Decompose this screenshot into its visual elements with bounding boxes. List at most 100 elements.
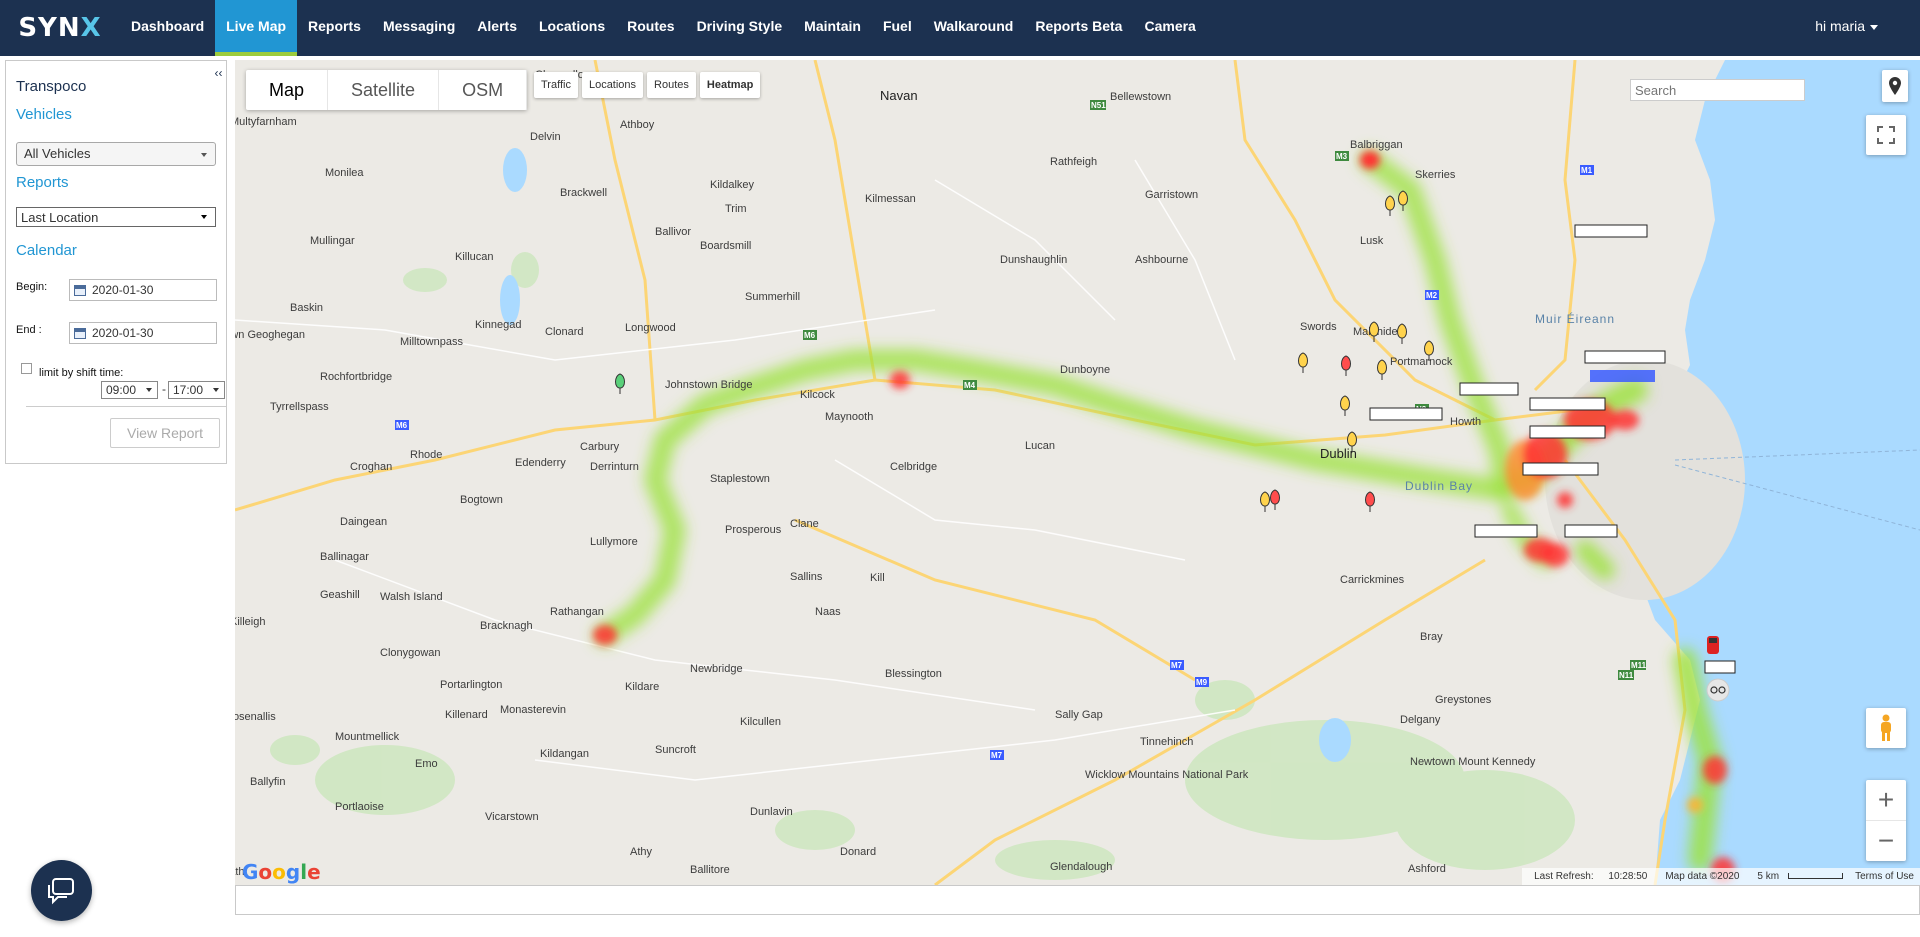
- shift-end-select[interactable]: 17:00: [168, 381, 225, 399]
- shift-start-value: 09:00: [106, 383, 137, 397]
- nav-locations[interactable]: Locations: [528, 0, 616, 56]
- nav-live-map[interactable]: Live Map: [215, 0, 298, 56]
- synx-logo[interactable]: SYN X: [0, 0, 120, 56]
- routes-layer-button[interactable]: Routes: [647, 72, 696, 98]
- place-label: Muir Éireann: [1535, 311, 1615, 326]
- place-label: Emo: [415, 758, 438, 770]
- place-label: Ballinagar: [320, 551, 369, 563]
- fullscreen-icon: [1877, 126, 1895, 144]
- place-label: Athy: [630, 846, 653, 858]
- live-map[interactable]: M3 N51 M6 M4 N3 M11 N11 M2 M1 M9 M7 M6 M…: [235, 60, 1920, 885]
- nav-routes[interactable]: Routes: [616, 0, 685, 56]
- logo-text: SYN: [18, 13, 81, 43]
- nav-maintain[interactable]: Maintain: [793, 0, 872, 56]
- place-label: Kilcullen: [740, 716, 781, 728]
- place-label: Staplestown: [710, 473, 770, 485]
- place-label: Kildalkey: [710, 179, 755, 191]
- nav-dashboard[interactable]: Dashboard: [120, 0, 215, 56]
- terms-of-use-link[interactable]: Terms of Use: [1849, 871, 1920, 882]
- place-label: Kildare: [625, 681, 659, 693]
- nav-alerts[interactable]: Alerts: [466, 0, 528, 56]
- place-label: Kilcock: [800, 389, 835, 401]
- place-label: Sally Gap: [1055, 709, 1103, 721]
- traffic-layer-button[interactable]: Traffic: [534, 72, 578, 98]
- zoom-control: + −: [1866, 780, 1906, 861]
- location-pin-button[interactable]: [1882, 70, 1908, 102]
- reports-select[interactable]: Last Location: [16, 207, 216, 227]
- map-scale[interactable]: 5 km: [1745, 871, 1849, 882]
- heatmap-layer-button[interactable]: Heatmap: [699, 72, 761, 98]
- zoom-out-button[interactable]: −: [1866, 820, 1906, 860]
- bottom-panel: [235, 885, 1920, 915]
- shift-start-select[interactable]: 09:00: [101, 381, 158, 399]
- place-label: Ashford: [1408, 863, 1446, 875]
- calendar-label: Calendar: [16, 242, 77, 259]
- map-type-map[interactable]: Map: [246, 70, 329, 110]
- nav-camera[interactable]: Camera: [1133, 0, 1206, 56]
- place-label: Balbriggan: [1350, 139, 1403, 151]
- place-label: Howth: [1450, 416, 1481, 428]
- place-label: Clonygowan: [380, 647, 441, 659]
- vehicles-select[interactable]: All Vehicles: [16, 142, 216, 166]
- map-data-credit[interactable]: Map data ©2020: [1659, 871, 1745, 882]
- nav-items: Dashboard Live Map Reports Messaging Alerts L…: [120, 0, 1207, 56]
- street-view-button[interactable]: [1866, 708, 1906, 748]
- place-label: Delgany: [1400, 714, 1441, 726]
- map-canvas[interactable]: M3 N51 M6 M4 N3 M11 N11 M2 M1 M9 M7 M6 M…: [235, 60, 1920, 885]
- shift-time-checkbox[interactable]: [21, 363, 32, 374]
- svg-text:M6: M6: [804, 331, 816, 340]
- nav-messaging[interactable]: Messaging: [372, 0, 466, 56]
- locations-layer-button[interactable]: Locations: [581, 72, 644, 98]
- user-menu[interactable]: hi maria: [1815, 0, 1878, 52]
- fullscreen-button[interactable]: [1866, 115, 1906, 155]
- place-label: Rosenallis: [235, 711, 276, 723]
- chevron-down-icon: [146, 388, 152, 392]
- end-date-value: 2020-01-30: [92, 326, 154, 340]
- place-label: Garristown: [1145, 189, 1198, 201]
- vehicle-truck-icon[interactable]: [1707, 636, 1719, 654]
- place-label: Rathfeigh: [1050, 156, 1097, 168]
- begin-date-input[interactable]: 2020-01-30: [69, 279, 217, 301]
- map-type-osm[interactable]: OSM: [439, 70, 528, 110]
- nav-driving-style[interactable]: Driving Style: [686, 0, 794, 56]
- nav-fuel[interactable]: Fuel: [872, 0, 923, 56]
- end-date-input[interactable]: 2020-01-30: [69, 322, 217, 344]
- place-label: Suncroft: [655, 744, 696, 756]
- svg-text:M7: M7: [1171, 661, 1183, 670]
- place-label: Dublin Bay: [1405, 479, 1473, 493]
- place-label: Portlaoise: [335, 801, 384, 813]
- place-label: Maynooth: [825, 411, 873, 423]
- chevron-down-icon: [201, 215, 207, 219]
- view-report-button[interactable]: View Report: [110, 418, 220, 448]
- place-label: Tinnehinch: [1140, 736, 1193, 748]
- place-label: Swords: [1300, 321, 1337, 333]
- place-label: Dunlavin: [750, 806, 793, 818]
- street-view-glasses-icon[interactable]: [1706, 678, 1730, 702]
- place-label: Kill: [870, 572, 885, 584]
- svg-text:M11: M11: [1631, 661, 1647, 670]
- place-label: Longwood: [625, 322, 676, 334]
- place-label: Derrinturn: [590, 461, 639, 473]
- chevron-down-icon: [201, 153, 207, 157]
- place-label: Donard: [840, 846, 876, 858]
- place-label: Lusk: [1360, 235, 1384, 247]
- place-label: Milltownpass: [400, 336, 463, 348]
- nav-reports[interactable]: Reports: [297, 0, 372, 56]
- nav-walkaround[interactable]: Walkaround: [923, 0, 1025, 56]
- scale-bar: [1788, 873, 1844, 880]
- place-label: Mullingar: [310, 235, 355, 247]
- svg-text:M4: M4: [964, 381, 976, 390]
- place-label: Newtown Mount Kennedy: [1410, 756, 1536, 768]
- collapse-sidebar-button[interactable]: ‹‹: [210, 62, 227, 84]
- map-type-satellite[interactable]: Satellite: [328, 70, 440, 110]
- map-search-input[interactable]: [1630, 79, 1805, 101]
- nav-reports-beta[interactable]: Reports Beta: [1024, 0, 1133, 56]
- place-label: Blessington: [885, 668, 942, 680]
- place-label: Monasterevin: [500, 704, 566, 716]
- place-label: Croghan: [350, 461, 392, 473]
- place-label: Tyrrellspass: [270, 401, 329, 413]
- scale-label: 5 km: [1757, 871, 1780, 882]
- place-label: Monilea: [325, 167, 364, 179]
- chat-widget-button[interactable]: [31, 860, 92, 921]
- zoom-in-button[interactable]: +: [1866, 780, 1906, 820]
